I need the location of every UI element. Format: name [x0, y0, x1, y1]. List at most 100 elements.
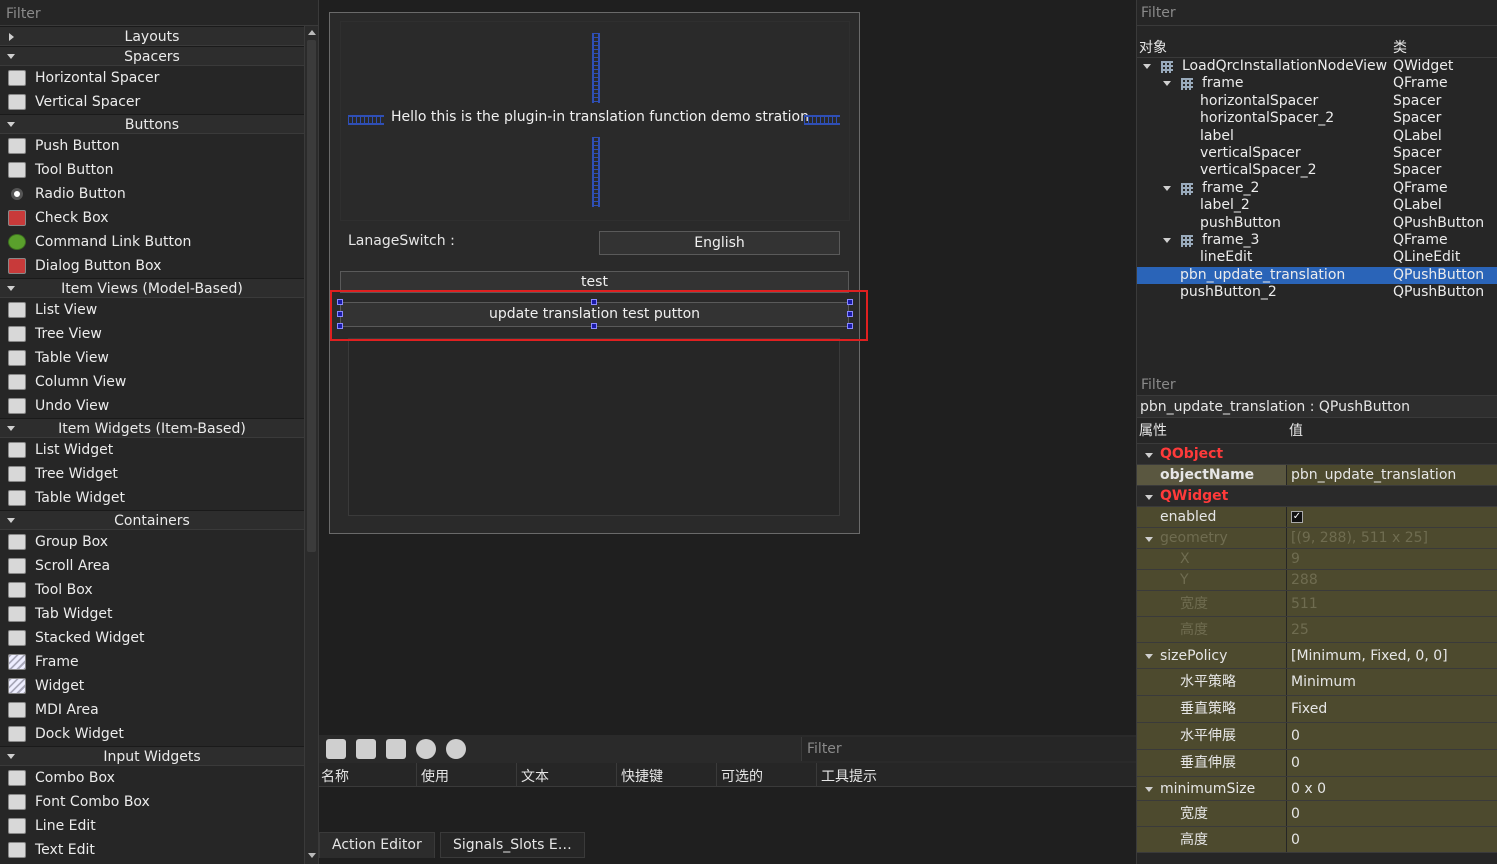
widget-item[interactable]: Vertical Spacer [0, 90, 304, 114]
property-group[interactable]: QWidget [1137, 486, 1497, 507]
property-group[interactable]: QObject [1137, 444, 1497, 465]
property-row[interactable]: objectName pbn_update_translation [1137, 465, 1497, 486]
paste-icon[interactable] [386, 739, 406, 759]
scroll-thumb[interactable] [307, 40, 316, 552]
widget-item[interactable]: List View [0, 298, 304, 322]
object-tree-row[interactable]: horizontalSpacer_2 Spacer [1137, 110, 1497, 127]
chevron-down-icon[interactable] [7, 54, 15, 59]
property-row[interactable]: minimumSize 0 x 0 [1137, 777, 1497, 801]
chevron-down-icon[interactable] [1163, 81, 1171, 87]
property-row[interactable]: 垂直伸展 0 [1137, 750, 1497, 777]
property-value[interactable]: [(9, 288), 511 x 25] [1287, 528, 1497, 548]
widget-item[interactable]: Column View [0, 370, 304, 394]
widget-item[interactable]: Line Edit [0, 814, 304, 838]
widget-item[interactable]: Widget [0, 674, 304, 698]
object-tree-row[interactable]: lineEdit QLineEdit [1137, 249, 1497, 266]
chevron-right-icon[interactable] [9, 33, 14, 41]
widget-item[interactable]: Tree View [0, 322, 304, 346]
property-value[interactable]: 0 [1287, 750, 1497, 776]
widget-item[interactable]: Tool Button [0, 158, 304, 182]
chevron-down-icon[interactable] [1145, 654, 1153, 659]
widget-item[interactable]: Push Button [0, 134, 304, 158]
new-action-icon[interactable] [326, 739, 346, 759]
column-header-object[interactable]: 对象 [1139, 37, 1167, 57]
property-filter-input[interactable]: Filter [1137, 374, 1497, 396]
property-row[interactable]: 高度 25 [1137, 617, 1497, 643]
chevron-down-icon[interactable] [1145, 787, 1153, 792]
enabled-checkbox[interactable]: ✓ [1287, 507, 1497, 527]
line-edit[interactable] [348, 338, 840, 516]
widget-item[interactable]: Dock Widget [0, 722, 304, 746]
property-value[interactable]: 0 [1287, 827, 1497, 852]
property-row[interactable]: geometry [(9, 288), 511 x 25] [1137, 528, 1497, 549]
widget-item[interactable]: Check Box [0, 206, 304, 230]
property-row[interactable]: sizePolicy [Minimum, Fixed, 0, 0] [1137, 643, 1497, 669]
horizontal-spacer-right[interactable] [804, 115, 840, 125]
chevron-down-icon[interactable] [1145, 495, 1153, 500]
widget-item[interactable]: Combo Box [0, 766, 304, 790]
object-tree-row[interactable]: LoadQrcInstallationNodeView QWidget [1137, 58, 1497, 75]
action-filter-input[interactable]: Filter [801, 737, 1137, 761]
widget-item[interactable]: Table Widget [0, 486, 304, 510]
column-header[interactable]: 工具提示 [821, 766, 877, 786]
tab-signals-slots[interactable]: Signals_Slots E… [440, 832, 585, 858]
property-row[interactable]: 水平策略 Minimum [1137, 669, 1497, 696]
object-tree-row[interactable]: pushButton QPushButton [1137, 215, 1497, 232]
column-header-class[interactable]: 类 [1393, 37, 1407, 57]
chevron-down-icon[interactable] [7, 286, 15, 291]
chevron-down-icon[interactable] [1163, 185, 1171, 191]
widget-category[interactable]: Buttons [0, 114, 304, 134]
column-header-property[interactable]: 属性 [1139, 418, 1167, 444]
column-header-value[interactable]: 值 [1289, 418, 1303, 444]
object-tree-row[interactable]: pbn_update_translation QPushButton [1137, 266, 1497, 285]
property-row[interactable]: enabled ✓ [1137, 507, 1497, 528]
property-value[interactable]: 511 [1287, 591, 1497, 616]
object-tree-row[interactable]: pushButton_2 QPushButton [1137, 284, 1497, 301]
widget-box-scrollbar[interactable] [304, 26, 318, 864]
object-tree-row[interactable]: label_2 QLabel [1137, 197, 1497, 214]
widget-category[interactable]: Layouts [0, 26, 304, 46]
widget-item[interactable]: MDI Area [0, 698, 304, 722]
property-value[interactable]: 9 [1287, 549, 1497, 569]
property-value[interactable]: Minimum [1287, 669, 1497, 695]
widget-item[interactable]: Undo View [0, 394, 304, 418]
property-value[interactable]: 0 [1287, 723, 1497, 749]
widget-item[interactable]: Tab Widget [0, 602, 304, 626]
property-value[interactable]: 288 [1287, 570, 1497, 590]
widget-item[interactable]: Group Box [0, 530, 304, 554]
chevron-down-icon[interactable] [7, 518, 15, 523]
vertical-spacer-top[interactable] [592, 33, 600, 103]
hello-label[interactable]: Hello this is the plugin-in translation … [390, 109, 810, 125]
widget-category[interactable]: Item Views (Model-Based) [0, 278, 304, 298]
delete-icon[interactable] [416, 739, 436, 759]
chevron-down-icon[interactable] [1143, 64, 1151, 69]
object-tree-row[interactable]: frame QFrame [1137, 75, 1497, 92]
property-row[interactable]: 高度 0 [1137, 827, 1497, 853]
tab-action-editor[interactable]: Action Editor [319, 832, 435, 858]
object-tree-row[interactable]: frame_3 QFrame [1137, 232, 1497, 249]
chevron-down-icon[interactable] [1163, 237, 1171, 243]
object-tree-row[interactable]: label QLabel [1137, 128, 1497, 145]
widget-item[interactable]: Stacked Widget [0, 626, 304, 650]
property-value[interactable]: [Minimum, Fixed, 0, 0] [1287, 643, 1497, 668]
property-row[interactable]: 宽度 0 [1137, 801, 1497, 827]
object-tree-row[interactable]: verticalSpacer Spacer [1137, 145, 1497, 162]
property-row[interactable]: X9 [1137, 549, 1497, 570]
chevron-down-icon[interactable] [7, 122, 15, 127]
widget-item[interactable]: Font Combo Box [0, 790, 304, 814]
column-header[interactable]: 快捷键 [621, 766, 663, 786]
object-tree-row[interactable]: horizontalSpacer Spacer [1137, 93, 1497, 110]
check-icon[interactable]: ✓ [1291, 511, 1303, 523]
column-header[interactable]: 使用 [421, 766, 449, 786]
property-row[interactable]: 宽度 511 [1137, 591, 1497, 617]
form-window[interactable]: Hello this is the plugin-in translation … [329, 12, 860, 534]
scroll-down-icon[interactable] [308, 853, 316, 858]
widget-item[interactable]: Dialog Button Box [0, 254, 304, 278]
chevron-down-icon[interactable] [1145, 537, 1153, 542]
property-value[interactable]: 25 [1287, 617, 1497, 642]
property-value[interactable]: pbn_update_translation [1287, 465, 1497, 485]
object-filter-input[interactable]: Filter [1137, 0, 1497, 26]
widget-item[interactable]: Tree Widget [0, 462, 304, 486]
vertical-spacer-bottom[interactable] [592, 137, 600, 207]
widget-item[interactable]: Radio Button [0, 182, 304, 206]
